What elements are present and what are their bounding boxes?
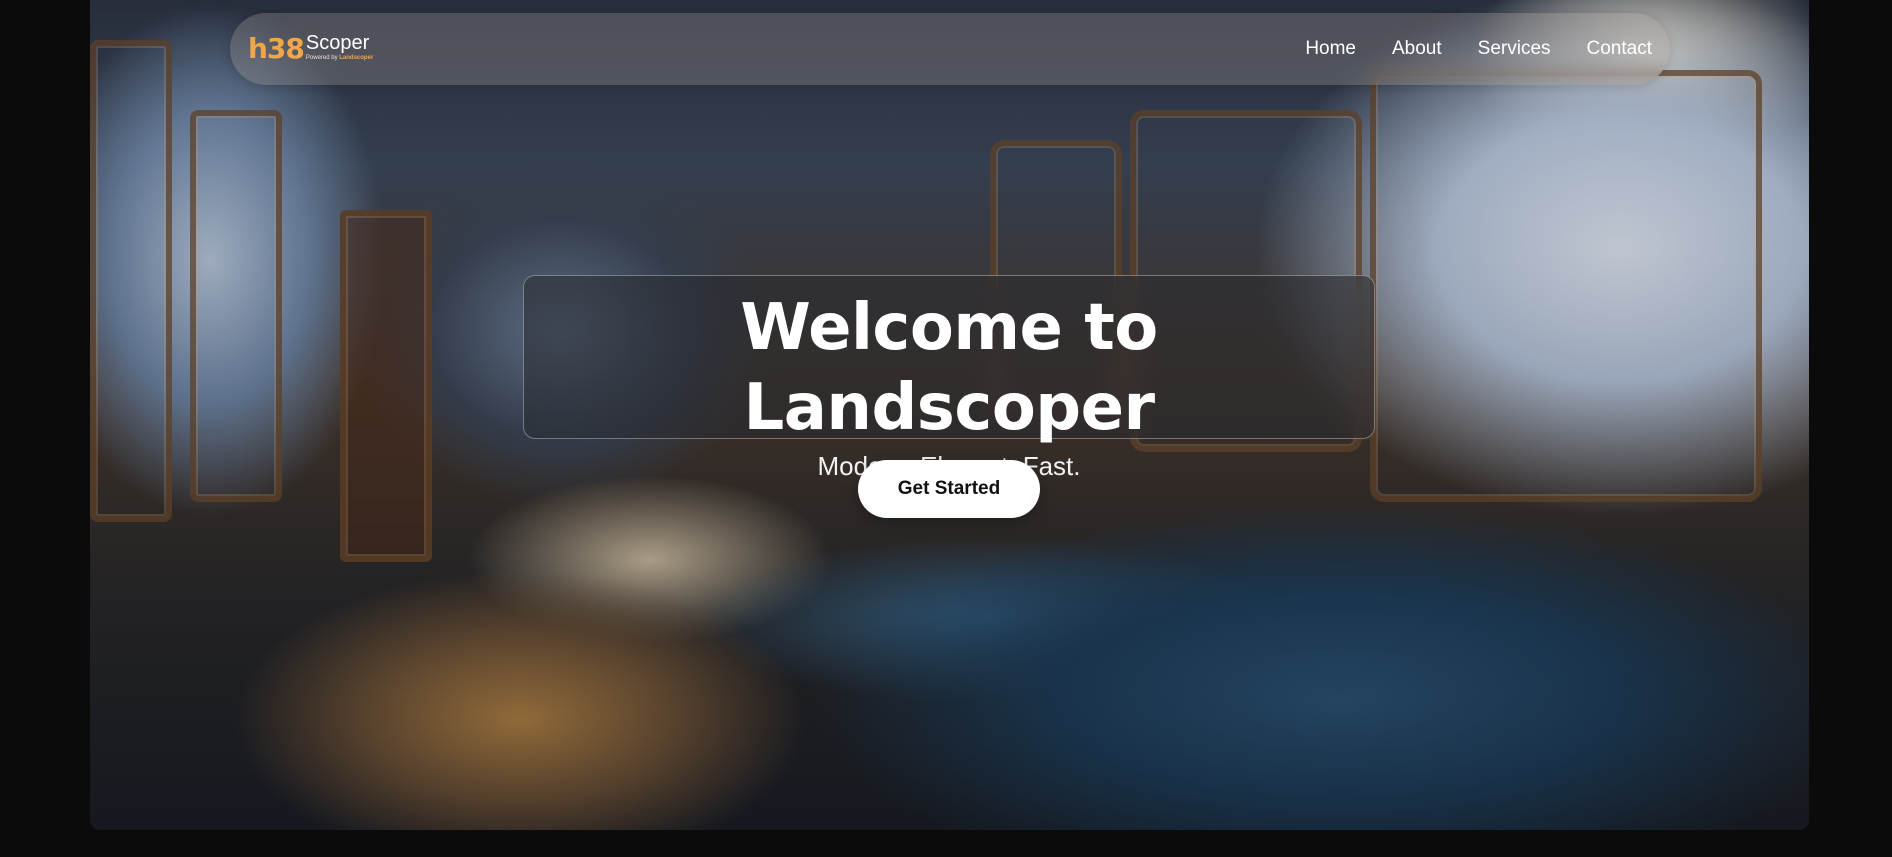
train-window-frame xyxy=(90,40,172,522)
train-window-frame xyxy=(1370,70,1762,502)
nav-links: Home About Services Contact xyxy=(1305,13,1652,85)
logo-mark: h38 xyxy=(248,32,305,65)
brand-name: Scoper xyxy=(305,31,370,54)
train-window-frame xyxy=(190,110,282,502)
brand-text: Scoper Powered by Landscoper xyxy=(306,33,373,62)
brand-logo[interactable]: h38 Scoper Powered by Landscoper xyxy=(248,31,373,67)
get-started-button[interactable]: Get Started xyxy=(858,460,1040,518)
brand-tagline: Powered by Landscoper xyxy=(306,54,373,62)
hero-title: Welcome to Landscoper xyxy=(740,291,1158,445)
nav-link-services[interactable]: Services xyxy=(1478,38,1551,60)
nav-link-contact[interactable]: Contact xyxy=(1587,38,1652,60)
train-door xyxy=(340,210,432,562)
nav-link-about[interactable]: About xyxy=(1392,38,1442,60)
page: h38 Scoper Powered by Landscoper Home Ab… xyxy=(0,0,1892,857)
brand-tagline-logo: Landscoper xyxy=(339,54,374,61)
hero-card: Welcome to Landscoper Modern. Elegant. F… xyxy=(523,275,1375,481)
navbar: h38 Scoper Powered by Landscoper Home Ab… xyxy=(230,13,1670,85)
nav-link-home[interactable]: Home xyxy=(1305,38,1356,60)
brand-tagline-prefix: Powered by xyxy=(305,54,338,61)
